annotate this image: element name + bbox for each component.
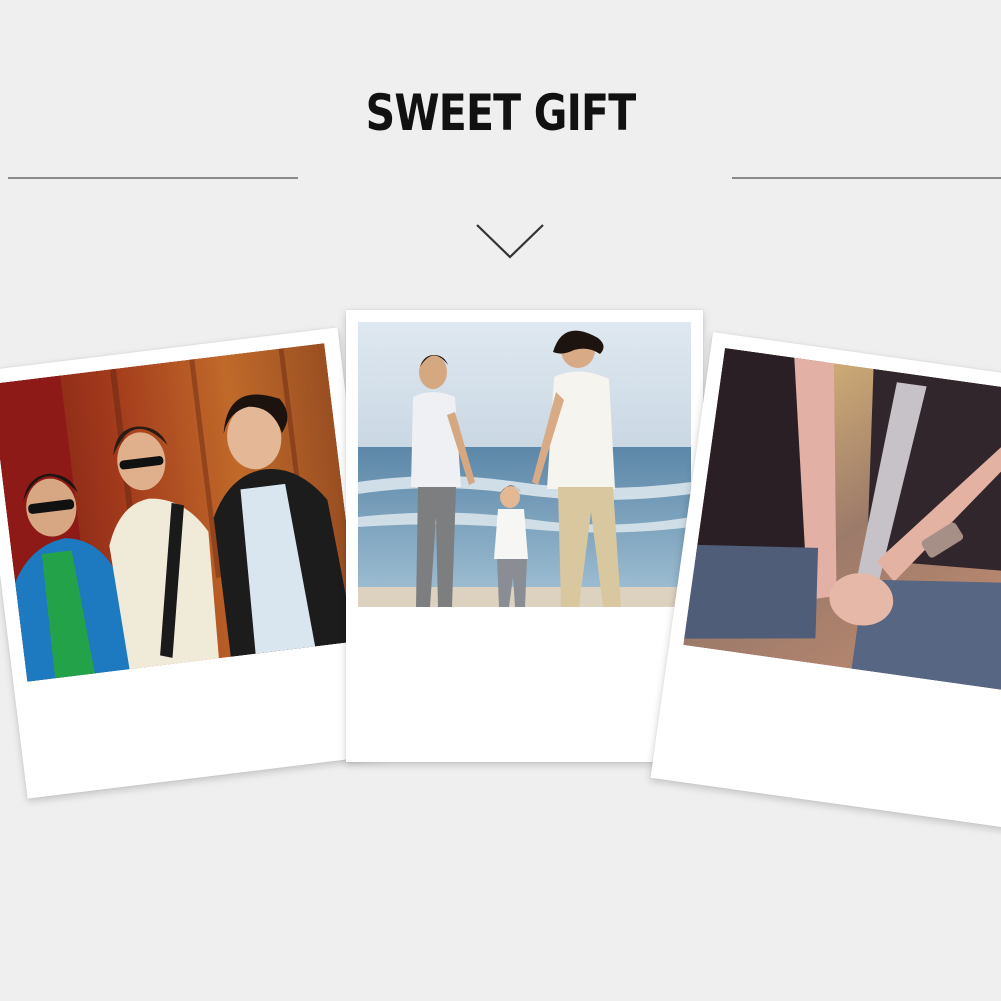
- photo-family-beach: [358, 322, 691, 607]
- photo-friends: [0, 343, 361, 682]
- chevron-down-icon: [476, 224, 544, 259]
- photo-card-family: [346, 310, 703, 762]
- photo-card-friends: [0, 327, 390, 799]
- divider-left: [8, 177, 298, 179]
- divider-right: [732, 177, 1001, 179]
- photo-couple-hands: [683, 347, 1001, 692]
- page-title: SWEET GIFT: [365, 84, 637, 142]
- gift-banner: SWEET GIFT: [0, 0, 1001, 1001]
- photo-card-couple: [650, 332, 1001, 828]
